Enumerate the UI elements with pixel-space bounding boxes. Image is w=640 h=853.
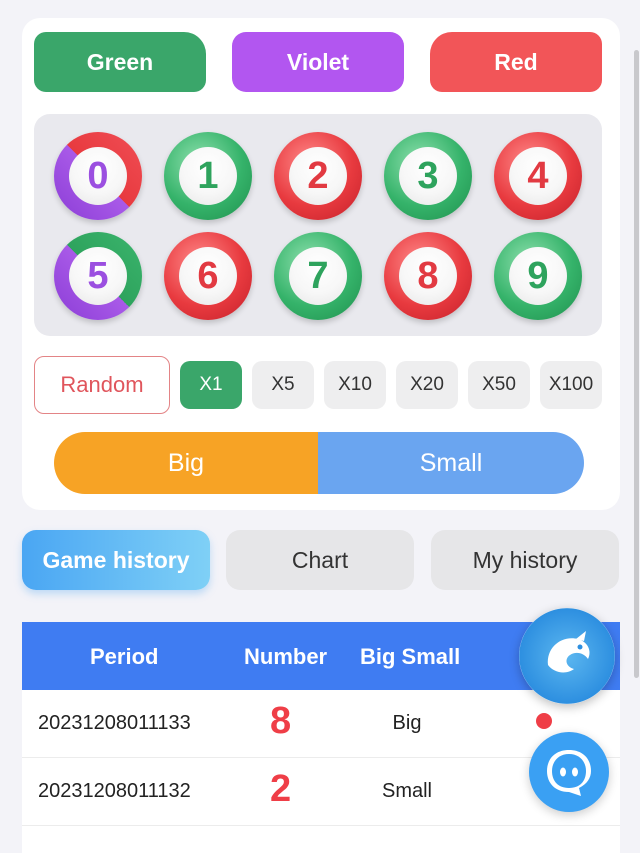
- scrollbar[interactable]: [634, 50, 639, 678]
- big-small-toggle: Big Small: [54, 432, 584, 494]
- row-period: 20231208011132: [38, 780, 191, 802]
- number-ball-label: 8: [417, 254, 439, 297]
- row-number: 2: [270, 768, 292, 810]
- app-screen: Green Violet Red 0 1 2 3 4 5 6 7 8 9 Ran…: [0, 0, 640, 853]
- header-big-small: Big Small: [360, 644, 461, 669]
- row-number: 8: [270, 700, 292, 742]
- number-ball-7[interactable]: 7: [274, 232, 362, 320]
- number-ball-label: 0: [87, 154, 109, 197]
- tab-game-history[interactable]: Game history: [22, 530, 210, 590]
- number-ball-1[interactable]: 1: [164, 132, 252, 220]
- number-ball-2[interactable]: 2: [274, 132, 362, 220]
- row-big-small: Big: [392, 712, 422, 734]
- number-ball-label: 2: [307, 154, 329, 197]
- violet-button[interactable]: Violet: [232, 32, 404, 92]
- number-ball-label: 4: [527, 154, 549, 197]
- number-ball-3[interactable]: 3: [384, 132, 472, 220]
- number-ball-label: 5: [87, 254, 109, 297]
- multiplier-x10[interactable]: X10: [324, 361, 386, 409]
- multiplier-x100[interactable]: X100: [540, 361, 602, 409]
- chat-support-icon[interactable]: [529, 732, 609, 812]
- row-period: 20231208011133: [38, 712, 191, 734]
- tab-my-history[interactable]: My history: [431, 530, 619, 590]
- big-button[interactable]: Big: [54, 432, 318, 494]
- tab-chart[interactable]: Chart: [226, 530, 414, 590]
- number-ball-label: 7: [307, 254, 329, 297]
- number-ball-label: 1: [197, 154, 219, 197]
- small-button[interactable]: Small: [318, 432, 584, 494]
- multiplier-x50[interactable]: X50: [468, 361, 530, 409]
- table-row: [22, 826, 620, 853]
- number-ball-8[interactable]: 8: [384, 232, 472, 320]
- row-big-small: Small: [381, 780, 432, 802]
- betting-panel: Green Violet Red 0 1 2 3 4 5 6 7 8 9 Ran…: [22, 18, 620, 510]
- number-ball-0[interactable]: 0: [54, 132, 142, 220]
- number-ball-6[interactable]: 6: [164, 232, 252, 320]
- multiplier-x20[interactable]: X20: [396, 361, 458, 409]
- red-dot-icon: [536, 713, 552, 729]
- green-button[interactable]: Green: [34, 32, 206, 92]
- multiplier-x5[interactable]: X5: [252, 361, 314, 409]
- header-period: Period: [90, 644, 159, 669]
- dragon-logo-icon[interactable]: [519, 608, 615, 704]
- number-ball-label: 6: [197, 254, 219, 297]
- number-ball-9[interactable]: 9: [494, 232, 582, 320]
- number-ball-4[interactable]: 4: [494, 132, 582, 220]
- header-number: Number: [244, 644, 328, 669]
- number-grid: 0 1 2 3 4 5 6 7 8 9: [34, 114, 602, 336]
- multiplier-x1[interactable]: X1: [180, 361, 242, 409]
- number-ball-5[interactable]: 5: [54, 232, 142, 320]
- red-button[interactable]: Red: [430, 32, 602, 92]
- number-ball-label: 3: [417, 154, 439, 197]
- table-row: 20231208011133 8 Big: [22, 690, 620, 758]
- random-button[interactable]: Random: [34, 356, 170, 414]
- number-ball-label: 9: [527, 254, 549, 297]
